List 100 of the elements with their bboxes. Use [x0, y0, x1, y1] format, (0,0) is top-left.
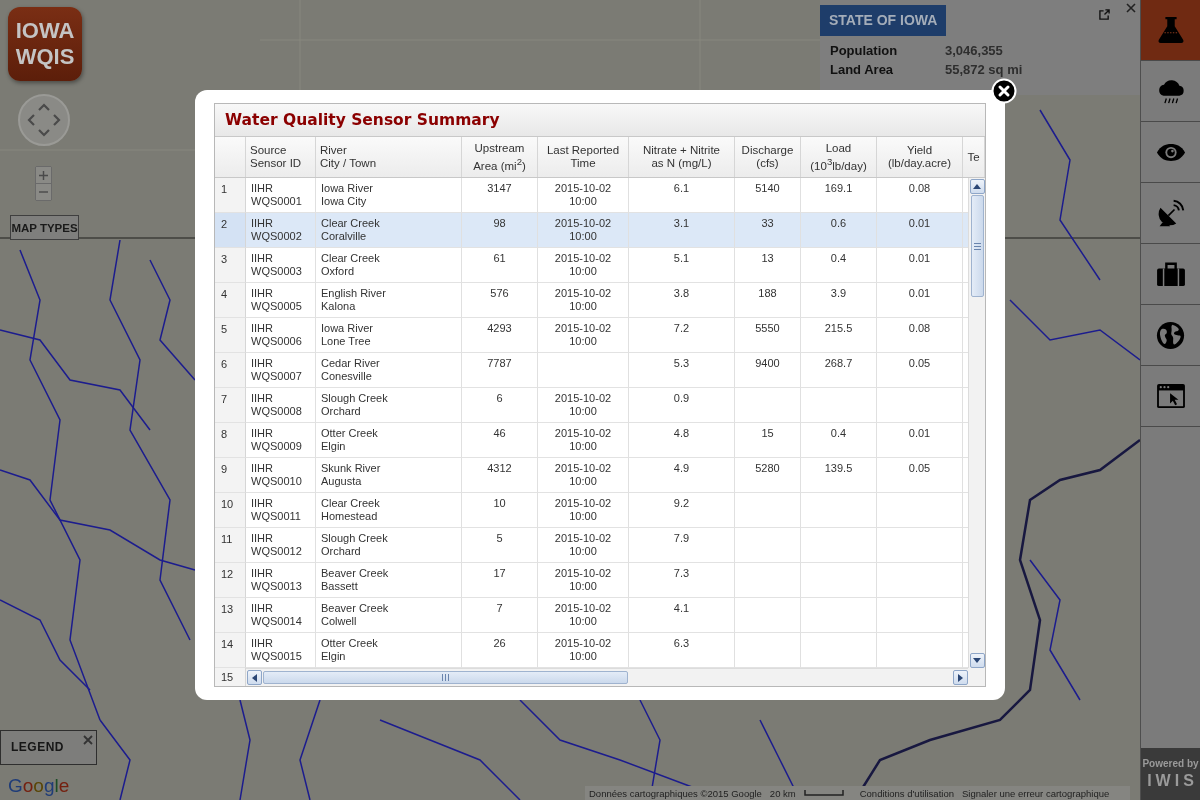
app-logo: IOWA WQIS: [8, 7, 82, 81]
scroll-up-button[interactable]: [969, 179, 985, 194]
chevron-up-icon[interactable]: [38, 103, 50, 111]
table-cell: 0.4: [830, 252, 847, 264]
eye-icon: [1155, 142, 1186, 162]
table-cell: 3147: [487, 182, 512, 194]
legend-label[interactable]: LEGEND: [11, 740, 64, 754]
table-cell: 0.05: [908, 357, 931, 369]
vertical-scrollbar[interactable]: [968, 178, 985, 668]
table-row[interactable]: 8 IIHR WQS0009 Otter Creek Elgin 46 2015-10-02 10:00 4.8 15 0.4 0.01: [215, 423, 968, 458]
table-row[interactable]: 5 IIHR WQS0006 Iowa River Lone Tree 4293 2015-10-02 10:00 7.2 5550 215.5 0.08: [215, 318, 968, 353]
table-cell: 6: [496, 392, 503, 404]
chevron-left-icon[interactable]: [27, 114, 35, 126]
table-cell: 33: [761, 217, 774, 229]
column-header[interactable]: Load (10$^{3}$lb/day): [810, 141, 867, 173]
external-link-icon[interactable]: [1099, 9, 1110, 20]
up-arrow-icon: [973, 184, 981, 189]
column-header[interactable]: Upstream Area (mi$^{2}$): [473, 141, 526, 173]
table-cell: Slough Creek Orchard: [321, 532, 388, 557]
table-cell: 2015-10-02 10:00: [554, 252, 612, 277]
column-header[interactable]: Discharge (cfs): [741, 144, 794, 170]
table-cell: 2015-10-02 10:00: [554, 427, 612, 452]
table-row[interactable]: 12 IIHR WQS0013 Beaver Creek Bassett 17 2015-10-02 10:00 7.3: [215, 563, 968, 598]
scroll-left-button[interactable]: [247, 670, 262, 685]
horizontal-scrollbar[interactable]: [246, 668, 968, 686]
table-cell: 2015-10-02 10:00: [554, 392, 612, 417]
table-cell: IIHR WQS0015: [251, 637, 302, 662]
table-cell: 7787: [487, 357, 512, 369]
table-row[interactable]: 11 IIHR WQS0012 Slough Creek Orchard 5 2015-10-02 10:00 7.9: [215, 528, 968, 563]
globe-icon: [1156, 320, 1185, 350]
column-header[interactable]: River City / Town: [320, 144, 377, 170]
column-header[interactable]: Nitrate + Nitrite as N (mg/L): [643, 144, 720, 170]
browser-window-icon: [1155, 383, 1186, 409]
chevron-down-icon[interactable]: [38, 129, 50, 137]
satellite-dish-icon: [1156, 199, 1185, 227]
scroll-right-button[interactable]: [953, 670, 968, 685]
table-row[interactable]: 9 IIHR WQS0010 Skunk River Augusta 4312 2015-10-02 10:00 4.9 5280 139.5 0.05: [215, 458, 968, 493]
table-cell: IIHR WQS0007: [251, 357, 302, 382]
table-cell: 9.2: [673, 497, 690, 509]
column-header[interactable]: Last Reported Time: [546, 144, 620, 170]
table-cell: 7.3: [673, 567, 690, 579]
info-label: Population: [830, 43, 899, 58]
table-cell: IIHR WQS0012: [251, 532, 302, 557]
briefcase-icon: [1155, 261, 1186, 287]
table-cell: 13: [761, 252, 774, 264]
table-row[interactable]: 13 IIHR WQS0014 Beaver Creek Colwell 7 2015-10-02 10:00 4.1: [215, 598, 968, 633]
table-cell: 5.1: [673, 252, 690, 264]
table-row[interactable]: 6 IIHR WQS0007 Cedar River Conesville 7787 5.3 9400 268.7 0.05: [215, 353, 968, 388]
table-cell: 26: [493, 637, 506, 649]
column-header[interactable]: Source Sensor ID: [250, 144, 302, 170]
table-cell: 9400: [755, 357, 780, 369]
map-types-button[interactable]: MAP TYPES: [10, 215, 79, 240]
table-row[interactable]: 10 IIHR WQS0011 Clear Creek Homestead 10 2015-10-02 10:00 9.2: [215, 493, 968, 528]
row-number: 9: [215, 458, 246, 493]
product-name: IWIS: [1146, 772, 1198, 790]
row-number: 10: [215, 493, 246, 528]
row-number: 12: [215, 563, 246, 598]
table-cell: 7: [496, 602, 503, 614]
table-cell: 169.1: [824, 182, 853, 194]
table-cell: Cedar River Conesville: [321, 357, 380, 382]
table-cell: 0.05: [908, 462, 931, 474]
chevron-right-icon[interactable]: [53, 114, 61, 126]
table-cell: 5140: [755, 182, 780, 194]
terms-link[interactable]: Conditions d'utilisation: [859, 787, 954, 799]
table-row[interactable]: 2 IIHR WQS0002 Clear Creek Coralville 98 2015-10-02 10:00 3.1 33 0.6 0.01: [215, 213, 968, 248]
table-cell: 0.6: [830, 217, 847, 229]
table-cell: 2015-10-02 10:00: [554, 602, 612, 627]
table-cell: IIHR WQS0008: [251, 392, 302, 417]
row-number: 11: [215, 528, 246, 563]
table-cell: 5: [496, 532, 503, 544]
scroll-thumb[interactable]: [970, 195, 984, 297]
table-row[interactable]: 3 IIHR WQS0003 Clear Creek Oxford 61 2015-10-02 10:00 5.1 13 0.4 0.01: [215, 248, 968, 283]
table-cell: 5280: [755, 462, 780, 474]
scale-bar: [803, 790, 844, 796]
table-row[interactable]: 4 IIHR WQS0005 English River Kalona 576 2015-10-02 10:00 3.8 188 3.9 0.01: [215, 283, 968, 318]
table-cell: IIHR WQS0014: [251, 602, 302, 627]
google-logo: Google: [8, 775, 70, 796]
column-header[interactable]: Yield (lb/day.acre): [887, 144, 952, 170]
scroll-down-button[interactable]: [969, 653, 985, 668]
column-header[interactable]: Te: [967, 150, 980, 164]
info-value: 3,046,355: [945, 43, 1003, 58]
table-cell: 17: [493, 567, 506, 579]
report-error-link[interactable]: Signaler une erreur cartographique: [961, 787, 1110, 799]
table-row[interactable]: 7 IIHR WQS0008 Slough Creek Orchard 6 2015-10-02 10:00 0.9: [215, 388, 968, 423]
table-cell: IIHR WQS0001: [251, 182, 302, 207]
table-cell: 2015-10-02 10:00: [554, 462, 612, 487]
scroll-thumb[interactable]: [263, 671, 628, 684]
row-number: 8: [215, 423, 246, 458]
row-number: 4: [215, 283, 246, 318]
row-number: 2: [215, 213, 246, 248]
row-number: 7: [215, 388, 246, 423]
table-cell: Clear Creek Homestead: [321, 497, 380, 522]
table-cell: 6.1: [673, 182, 690, 194]
minus-icon: [39, 191, 48, 193]
table-cell: IIHR WQS0011: [251, 497, 301, 522]
table-row[interactable]: 1 IIHR WQS0001 Iowa River Iowa City 3147 2015-10-02 10:00 6.1 5140 169.1 0.08: [215, 178, 968, 213]
row-number: 1: [215, 178, 246, 213]
zoom-in-button[interactable]: [36, 167, 51, 183]
table-cell: 46: [493, 427, 506, 439]
table-row[interactable]: 14 IIHR WQS0015 Otter Creek Elgin 26 2015-10-02 10:00 6.3: [215, 633, 968, 668]
